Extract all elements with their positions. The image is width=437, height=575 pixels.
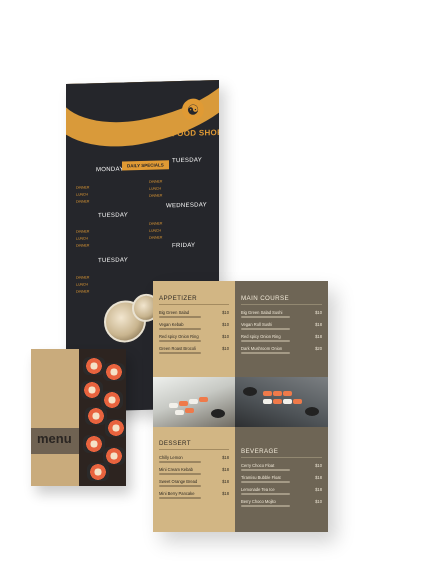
day-tuesday-2: TUESDAY [98, 257, 128, 265]
shop-name: FOOD SHOP [172, 127, 219, 139]
list-item: Vegan Roll Sushi $18 [241, 322, 322, 330]
list-item: Green Roast Brocoli $10 [159, 346, 229, 354]
list-item: Berry Choco Mojito $10 [241, 499, 322, 507]
beverage-list: Cerry Choco Float $10 Tiramisu Bubble Flo… [241, 463, 322, 507]
menu-row: DINNER [149, 221, 163, 226]
list-item: Red spicy Onion Ring $10 [159, 334, 229, 342]
list-item: Mini Cream Kebab $18 [159, 467, 229, 475]
monday-rows: DINNER LUNCH DINNER [76, 185, 89, 203]
dessert-section: DESSERT Chilly Lemon $18 Mini Cream Kebab… [153, 427, 235, 532]
menu-row: LUNCH [76, 282, 89, 287]
menu-row: LUNCH [76, 192, 89, 197]
menu-row: DINNER [76, 243, 90, 248]
menu-row: DINNER [76, 229, 90, 234]
menu-row: LUNCH [76, 236, 89, 241]
list-item: Tiramisu Bubble Float $18 [241, 475, 322, 483]
tuesday-rows-2: DINNER LUNCH DINNER [149, 221, 162, 239]
day-monday: MONDAY [96, 166, 124, 174]
menu-row: LUNCH [149, 186, 162, 191]
trifold-brochure: menu [31, 349, 126, 486]
appetizer-section: APPETIZER Big Green Salad $10 Vegan Kebab… [153, 281, 235, 377]
beverage-title: BEVERAGE [241, 448, 279, 455]
day-tuesday-right: TUESDAY [172, 157, 202, 165]
list-item: Vegan Kebab $10 [159, 322, 229, 330]
day-tuesday: TUESDAY [98, 212, 128, 220]
list-item: Big Green Salad $10 [159, 310, 229, 318]
trifold-cover-panel [31, 349, 79, 486]
main-course-list: Big Green Salad Sushi $10 Vegan Roll Sush… [241, 310, 322, 354]
list-item: Sweet Orange Bread $18 [159, 479, 229, 487]
list-item: Big Green Salad Sushi $10 [241, 310, 322, 318]
menu-row: DINNER [76, 275, 90, 280]
appetizer-title: APPETIZER [159, 295, 197, 302]
beverage-section: BEVERAGE Cerry Choco Float $10 Tiramisu B… [235, 427, 328, 532]
list-item: Dark Mushroom Onion $20 [241, 346, 322, 354]
menu-row: LUNCH [149, 228, 162, 233]
menu-row: DINNER [149, 235, 163, 240]
trifold-title: menu [37, 431, 72, 446]
day-wednesday: WEDNESDAY [166, 202, 207, 210]
sushi-platter-photo [153, 377, 235, 427]
main-course-section: MAIN COURSE Big Green Salad Sushi $10 Veg… [235, 281, 328, 377]
main-course-title: MAIN COURSE [241, 295, 290, 302]
sushi-tray-photo [235, 377, 328, 427]
monday-rows-2: DINNER LUNCH DINNER [149, 179, 162, 197]
list-item: Lemonade Tea Ice $18 [241, 487, 322, 495]
day-friday: FRIDAY [172, 242, 196, 250]
square-menu-card: APPETIZER Big Green Salad $10 Vegan Kebab… [153, 281, 328, 532]
menu-row: DINNER [76, 289, 90, 294]
sushi-photo-panel [79, 349, 126, 486]
list-item: Mini Berry Pancake $18 [159, 491, 229, 499]
tuesday2-rows: DINNER LUNCH DINNER [76, 275, 89, 293]
menu-row: DINNER [149, 193, 163, 198]
dessert-title: DESSERT [159, 440, 191, 447]
menu-row: DINNER [76, 199, 90, 204]
dessert-list: Chilly Lemon $18 Mini Cream Kebab $18 Swee… [159, 455, 229, 499]
daily-specials-ribbon: DAILY SPECIALS [122, 160, 169, 171]
menu-row: DINNER [149, 179, 163, 184]
list-item: Red spicy Onion Ring $18 [241, 334, 322, 342]
tuesday-rows: DINNER LUNCH DINNER [76, 229, 89, 247]
appetizer-list: Big Green Salad $10 Vegan Kebab $10 Red sp… [159, 310, 229, 354]
list-item: Cerry Choco Float $10 [241, 463, 322, 471]
list-item: Chilly Lemon $18 [159, 455, 229, 463]
menu-row: DINNER [76, 185, 90, 190]
